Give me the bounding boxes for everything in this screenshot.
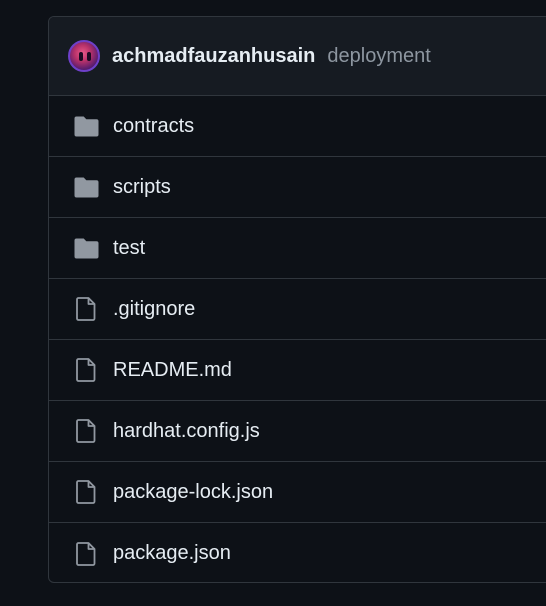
commit-message[interactable]: deployment <box>327 45 430 68</box>
file-browser: achmadfauzanhusain deployment contracts … <box>48 16 546 583</box>
entry-name[interactable]: README.md <box>113 359 232 382</box>
file-icon <box>73 358 99 382</box>
commit-author[interactable]: achmadfauzanhusain <box>112 45 315 68</box>
file-row-readme[interactable]: README.md <box>49 340 546 401</box>
file-icon <box>73 541 99 566</box>
entry-name[interactable]: package-lock.json <box>113 481 273 504</box>
entry-name[interactable]: package.json <box>113 542 231 565</box>
file-icon <box>73 419 99 443</box>
file-row-gitignore[interactable]: .gitignore <box>49 279 546 340</box>
file-icon <box>73 480 99 504</box>
entry-name[interactable]: hardhat.config.js <box>113 420 260 443</box>
latest-commit-header: achmadfauzanhusain deployment <box>49 17 546 96</box>
folder-icon <box>73 114 99 138</box>
entry-name[interactable]: .gitignore <box>113 298 195 321</box>
entry-name[interactable]: contracts <box>113 115 194 138</box>
file-icon <box>73 297 99 321</box>
file-row-contracts[interactable]: contracts <box>49 96 546 157</box>
file-row-test[interactable]: test <box>49 218 546 279</box>
file-row-package-json[interactable]: package.json <box>49 523 546 582</box>
avatar[interactable] <box>68 40 100 72</box>
folder-icon <box>73 236 99 260</box>
file-row-package-lock[interactable]: package-lock.json <box>49 462 546 523</box>
entry-name[interactable]: test <box>113 237 145 260</box>
file-row-hardhat-config[interactable]: hardhat.config.js <box>49 401 546 462</box>
entry-name[interactable]: scripts <box>113 176 171 199</box>
folder-icon <box>73 175 99 199</box>
file-row-scripts[interactable]: scripts <box>49 157 546 218</box>
